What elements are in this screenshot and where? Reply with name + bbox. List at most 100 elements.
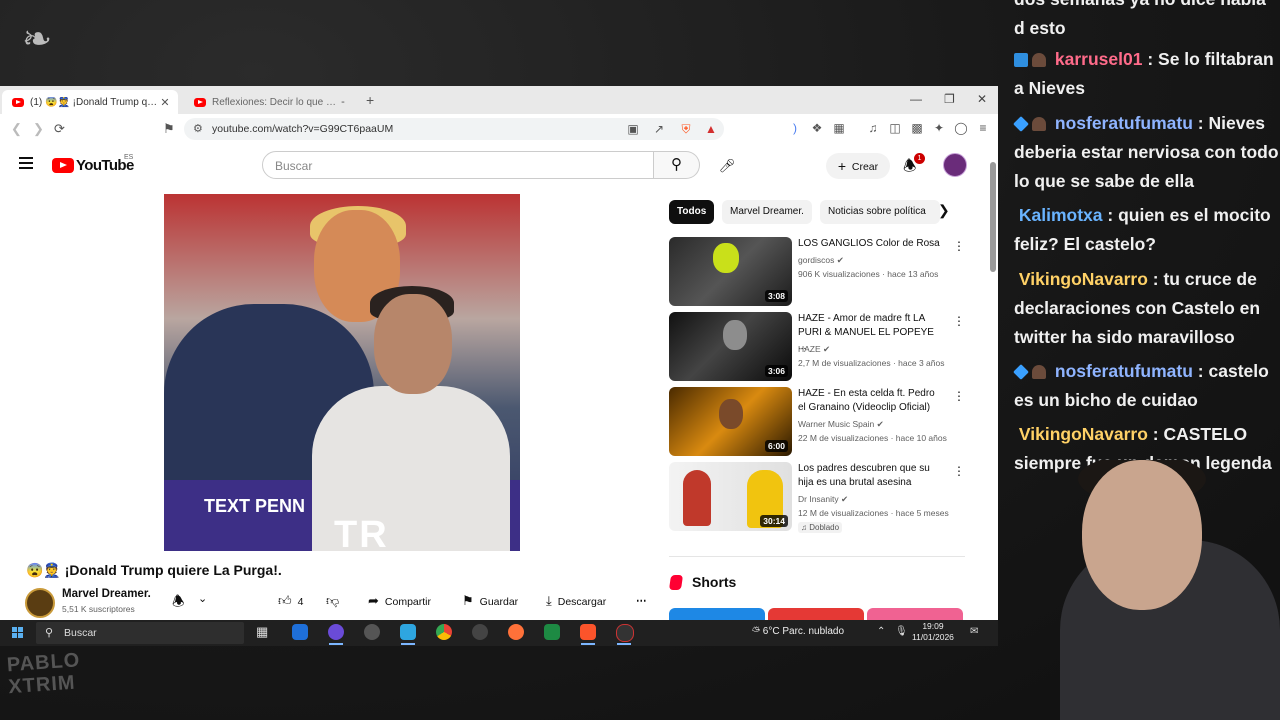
vpn-shield-icon[interactable]: ◯ [954, 121, 968, 135]
taskbar-search-input[interactable]: ⚲ Buscar [36, 622, 244, 644]
microphone-icon[interactable]: 🎙︎ [895, 626, 908, 637]
scrollbar-thumb[interactable] [990, 162, 996, 272]
recommendation-item[interactable]: 30:14 Los padres descubren que su hija e… [669, 462, 969, 533]
save-button[interactable]: ⚑ Guardar [462, 588, 519, 614]
cast-icon[interactable]: ▣ [626, 122, 640, 136]
recommendation-item[interactable]: 3:06 HAZE - Amor de madre ft LA PURI & M… [669, 312, 969, 382]
like-button[interactable]: 👍︎ 4 [278, 588, 304, 614]
xbox-icon[interactable] [544, 624, 560, 640]
chat-username[interactable]: VikingoNavarro [1019, 424, 1148, 444]
chip-channel[interactable]: Marvel Dreamer. [722, 200, 812, 224]
voice-search-icon[interactable]: 🎤︎ [714, 153, 740, 179]
ai-assistant-icon[interactable]: ✦ [932, 121, 946, 135]
download-manager-icon[interactable]: ▦ [832, 121, 846, 135]
video-player[interactable]: TEXT PENN TR [164, 194, 520, 551]
close-tab-icon[interactable]: - [336, 96, 350, 108]
more-actions-icon[interactable]: ⋯ [636, 588, 647, 614]
more-vertical-icon[interactable]: ⋮ [953, 389, 965, 403]
chip-politics[interactable]: Noticias sobre política [820, 200, 940, 224]
video-thumbnail[interactable]: 3:08 [669, 237, 792, 306]
video-thumbnail[interactable]: 6:00 [669, 387, 792, 456]
sidebar-toggle-icon[interactable]: ◫ [888, 121, 902, 135]
weather-widget[interactable]: ⛅︎ 6°C Parc. nublado [752, 626, 844, 637]
bookmark-icon[interactable]: ⚑ [163, 121, 175, 137]
dislike-button[interactable]: 👎︎ [326, 588, 346, 614]
minimize-icon[interactable]: — [910, 92, 922, 106]
video-thumbnail[interactable]: 30:14 [669, 462, 792, 531]
address-bar[interactable]: ⚙ youtube.com/watch?v=G99CT6paaUM ▣ ↗ ⛨ … [184, 118, 724, 140]
short-thumbnail[interactable] [768, 608, 864, 620]
create-button[interactable]: + Crear [826, 153, 890, 179]
account-avatar[interactable] [943, 153, 967, 177]
recommendation-channel[interactable]: Dr Insanity ✔ [798, 494, 848, 505]
restore-icon[interactable]: ❐ [944, 92, 955, 106]
search-input[interactable]: Buscar [262, 151, 654, 179]
page-scrollbar[interactable] [988, 148, 998, 620]
more-vertical-icon[interactable]: ⋮ [953, 314, 965, 328]
recommendation-title[interactable]: HAZE - En esta celda ft. Pedro el Granai… [798, 387, 944, 415]
video-title: 😨👮 ¡Donald Trump quiere La Purga!. [26, 562, 282, 578]
site-info-icon[interactable]: ⚙ [193, 122, 203, 135]
channel-avatar[interactable] [25, 588, 55, 618]
microsoft-store-icon[interactable] [292, 624, 308, 640]
channel-name[interactable]: Marvel Dreamer. [62, 588, 151, 600]
more-vertical-icon[interactable]: ⋮ [953, 239, 965, 253]
back-icon[interactable]: ❮ [11, 121, 22, 137]
share-button[interactable]: ➦ Compartir [368, 588, 431, 614]
chevron-right-icon[interactable]: ❯ [938, 202, 950, 219]
chat-text: dos semanas ya no dice nabla d esto [1014, 0, 1266, 38]
app-icon[interactable] [328, 624, 344, 640]
recommendation-item[interactable]: 3:08 LOS GANGLIOS Color de Rosa gordisco… [669, 237, 969, 307]
download-button[interactable]: ⤓ Descargar [546, 588, 607, 614]
chat-username[interactable]: Kalimotxa [1019, 205, 1103, 225]
chat-username[interactable]: karrusel01 [1055, 49, 1143, 69]
tray-chevron-icon[interactable]: ⌃ [877, 626, 885, 637]
recommendation-title[interactable]: Los padres descubren que su hija es una … [798, 462, 944, 490]
chevron-down-icon[interactable]: ⌄ [198, 592, 207, 605]
chrome-icon[interactable] [436, 624, 452, 640]
video-thumbnail[interactable]: 3:06 [669, 312, 792, 381]
brave-rewards-icon[interactable]: ▲ [704, 122, 718, 136]
extension-icon[interactable]: ❖ [810, 121, 824, 135]
brave-shield-icon[interactable]: ⛨ [679, 122, 693, 136]
chat-username[interactable]: VikingoNavarro [1019, 269, 1148, 289]
chat-username[interactable]: nosferatufumatu [1055, 361, 1193, 381]
brave-icon[interactable] [580, 624, 596, 640]
music-icon[interactable]: ♫ [866, 121, 880, 135]
obs-icon[interactable] [364, 624, 380, 640]
recommendation-title[interactable]: LOS GANGLIOS Color de Rosa [798, 237, 944, 251]
close-tab-icon[interactable]: ✕ [158, 96, 172, 109]
tab-reflexiones[interactable]: Reflexiones: Decir lo que no gusta - [184, 90, 356, 114]
short-thumbnail[interactable] [867, 608, 963, 620]
recommendation-channel[interactable]: Warner Music Spain ✔ [798, 419, 884, 430]
recommendation-channel[interactable]: HAZE ✔ [798, 344, 830, 355]
tab-youtube-video[interactable]: (1) 😨👮 ¡Donald Trump quiere ✕ [2, 90, 178, 114]
wallet-icon[interactable]: ▩ [910, 121, 924, 135]
media-player-icon[interactable] [472, 624, 488, 640]
search-button[interactable]: ⚲ [654, 151, 700, 179]
notification-center-icon[interactable]: ✉ [970, 626, 978, 637]
audio-icon[interactable]: ) [788, 121, 802, 135]
task-view-icon[interactable]: ▦ [256, 624, 272, 640]
youtube-logo[interactable]: YouTube [52, 157, 134, 174]
short-thumbnail[interactable] [669, 608, 765, 620]
guide-menu-icon[interactable] [19, 157, 33, 172]
firefox-icon[interactable] [508, 624, 524, 640]
system-clock[interactable]: 19:09 11/01/2026 [912, 621, 954, 643]
running-indicator [617, 643, 631, 645]
reload-icon[interactable]: ⟳ [54, 121, 65, 137]
subscription-bell-icon[interactable]: 🕭︎ [172, 591, 185, 615]
telegram-icon[interactable] [400, 624, 416, 640]
new-tab-button[interactable]: + [366, 92, 374, 108]
recommendation-channel[interactable]: gordiscos ✔ [798, 255, 844, 266]
window-close-icon[interactable]: ✕ [977, 92, 987, 106]
app-icon[interactable] [616, 624, 634, 642]
recommendation-item[interactable]: 6:00 HAZE - En esta celda ft. Pedro el G… [669, 387, 969, 457]
forward-icon[interactable]: ❯ [33, 121, 44, 137]
share-icon[interactable]: ↗ [652, 122, 666, 136]
menu-icon[interactable]: ≡ [976, 121, 990, 135]
chat-username[interactable]: nosferatufumatu [1055, 113, 1193, 133]
more-vertical-icon[interactable]: ⋮ [953, 464, 965, 478]
windows-start-icon[interactable] [12, 627, 23, 638]
chip-todos[interactable]: Todos [669, 200, 715, 224]
